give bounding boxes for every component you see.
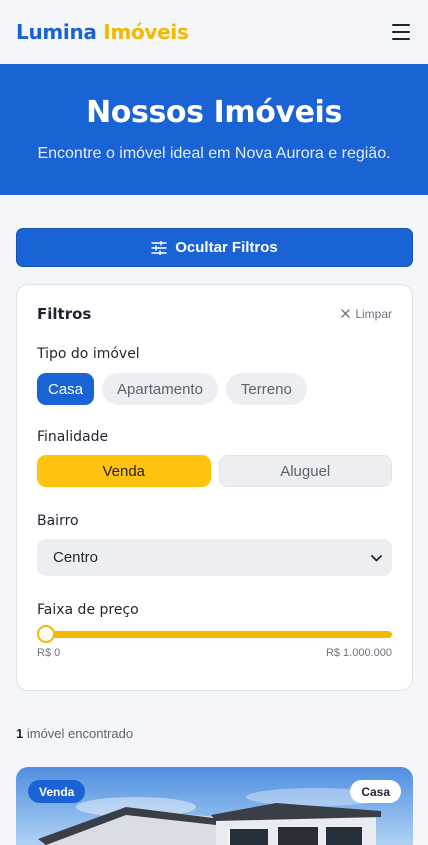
close-icon xyxy=(341,307,350,321)
type-option-casa[interactable]: Casa xyxy=(37,373,95,405)
top-bar: Lumina Imóveis xyxy=(0,0,428,64)
clear-filters-button[interactable]: Limpar xyxy=(341,307,392,321)
clear-filters-label: Limpar xyxy=(355,307,392,321)
filters-panel: Filtros Limpar Tipo do imóvel Casa Apart… xyxy=(16,284,413,691)
listing-type-badge: Casa xyxy=(350,780,401,803)
purpose-toggle: Venda Aluguel xyxy=(37,455,392,487)
brand-logo[interactable]: Lumina Imóveis xyxy=(16,20,189,44)
property-card[interactable]: Venda Casa xyxy=(16,767,413,845)
chevron-down-icon xyxy=(371,549,382,566)
listing-purpose-badge: Venda xyxy=(28,780,86,803)
main-content: Ocultar Filtros Filtros Limpar Tipo do i… xyxy=(0,195,428,845)
type-option-apartamento[interactable]: Apartamento xyxy=(102,373,218,405)
neighborhood-select[interactable]: Centro xyxy=(37,539,392,576)
brand-name-part2: Imóveis xyxy=(103,20,189,44)
purpose-option-aluguel[interactable]: Aluguel xyxy=(218,455,392,487)
purpose-label: Finalidade xyxy=(37,429,109,445)
price-range-track xyxy=(37,631,392,638)
toggle-filters-button[interactable]: Ocultar Filtros xyxy=(16,228,413,267)
brand-name-part1: Lumina xyxy=(16,20,97,44)
neighborhood-label: Bairro xyxy=(37,513,79,529)
price-max-label: R$ 1.000.000 xyxy=(325,647,392,659)
purpose-option-venda[interactable]: Venda xyxy=(37,455,211,487)
price-range-label: Faixa de preço xyxy=(37,602,139,618)
results-count-text: imóvel encontrado xyxy=(23,726,134,741)
neighborhood-selected-value: Centro xyxy=(53,549,99,566)
hero-banner: Nossos Imóveis Encontre o imóvel ideal e… xyxy=(0,64,428,195)
property-type-label: Tipo do imóvel xyxy=(37,346,140,362)
price-range-thumb[interactable] xyxy=(37,625,55,643)
type-option-terreno[interactable]: Terreno xyxy=(225,373,307,405)
page-subtitle: Encontre o imóvel ideal em Nova Aurora e… xyxy=(37,145,391,162)
price-range-slider[interactable] xyxy=(37,625,392,643)
sliders-icon xyxy=(151,240,167,255)
page-title: Nossos Imóveis xyxy=(86,95,342,130)
results-count: 1 imóvel encontrado xyxy=(16,726,412,741)
toggle-filters-label: Ocultar Filtros xyxy=(175,239,278,256)
property-type-options: Casa Apartamento Terreno xyxy=(37,373,392,405)
hamburger-menu-icon[interactable] xyxy=(390,23,412,41)
property-photo xyxy=(16,767,413,845)
filters-title: Filtros xyxy=(37,305,92,323)
price-min-label: R$ 0 xyxy=(37,647,61,659)
